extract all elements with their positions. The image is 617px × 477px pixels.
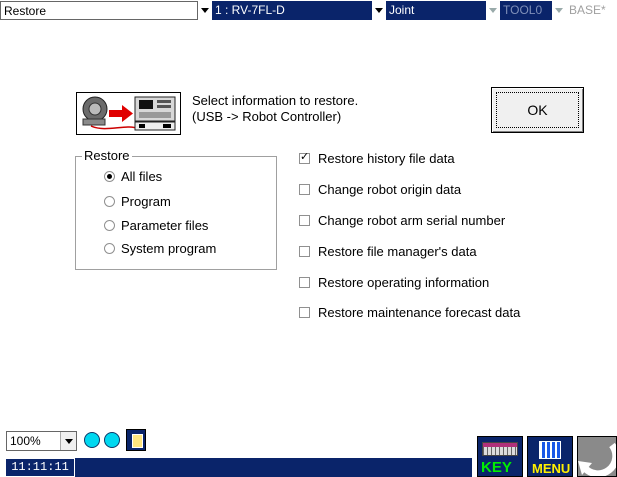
radio-label: System program [121,241,217,256]
robot-select[interactable]: 1 : RV-7FL-D [198,1,372,20]
status-bar: 11:11:11 [5,458,472,477]
tool-select[interactable]: TOOL0 [486,1,552,20]
checkbox-label: Restore file manager's data [318,244,477,259]
chevron-down-icon[interactable] [372,1,386,20]
radio-icon[interactable] [104,220,115,231]
robot-transfer-icon [76,92,181,135]
checkbox-icon[interactable] [299,184,310,195]
status-lamp-icon [84,432,100,448]
menu-button-label: MENU [532,461,571,476]
checkbox-icon[interactable] [299,215,310,226]
radio-parameter-files[interactable]: Parameter files [104,218,208,233]
check-file-manager[interactable]: Restore file manager's data [299,244,477,259]
check-change-serial[interactable]: Change robot arm serial number [299,213,505,228]
info-line-1: Select information to restore. [192,93,359,108]
checkbox-icon[interactable] [299,307,310,318]
radio-system-program[interactable]: System program [104,241,216,256]
chevron-down-icon[interactable] [486,1,500,20]
back-arrow-icon [578,442,616,476]
radio-label: Parameter files [121,218,209,233]
checkbox-label: Restore maintenance forecast data [318,305,521,320]
screen-title-select[interactable]: Restore [0,1,198,20]
checkbox-label: Restore operating information [318,275,490,290]
top-toolbar: Restore 1 : RV-7FL-D Joint TOOL0 BASE* [0,0,617,21]
chevron-down-icon[interactable] [198,1,212,20]
radio-label: Program [121,194,171,209]
key-button-label: KEY [481,459,512,476]
check-restore-history[interactable]: Restore history file data [299,150,455,166]
ok-button[interactable]: OK [491,87,584,133]
zoom-value: 100% [10,434,41,448]
radio-all-files[interactable]: All files [104,169,162,184]
back-button[interactable] [577,436,617,477]
check-operating-info[interactable]: Restore operating information [299,275,489,290]
checkbox-label: Change robot origin data [318,182,462,197]
radio-icon[interactable] [104,196,115,207]
lock-icon[interactable] [126,429,146,451]
chevron-down-icon[interactable] [552,1,566,20]
coordinate-select-value: Joint [386,1,486,20]
status-lamp-icon [104,432,120,448]
check-maintenance-forecast[interactable]: Restore maintenance forecast data [299,305,520,320]
key-button[interactable]: KEY [477,436,523,477]
checkbox-label: Change robot arm serial number [318,213,506,228]
keyboard-icon [482,442,518,456]
chevron-down-icon[interactable] [60,432,76,450]
restore-group-title: Restore [82,148,132,164]
base-select-value: BASE* [566,1,617,20]
info-message: Select information to restore. (USB -> R… [192,93,358,125]
base-select[interactable]: BASE* [552,1,617,20]
coordinate-select[interactable]: Joint [372,1,486,20]
info-line-2: (USB -> Robot Controller) [192,109,342,124]
robot-select-value: 1 : RV-7FL-D [212,1,372,20]
zoom-select[interactable]: 100% [6,431,77,451]
clock: 11:11:11 [5,458,75,477]
tool-select-value: TOOL0 [500,1,552,20]
radio-selected-icon[interactable] [104,171,115,182]
checkbox-checked-icon[interactable] [299,150,310,164]
checkbox-label: Restore history file data [318,151,455,166]
menu-button[interactable]: MENU [527,436,573,477]
radio-program[interactable]: Program [104,194,171,209]
checkbox-icon[interactable] [299,246,310,257]
radio-icon[interactable] [104,243,115,254]
check-change-origin[interactable]: Change robot origin data [299,182,461,197]
radio-label: All files [121,169,163,184]
screen-title: Restore [4,4,47,18]
checkbox-icon[interactable] [299,277,310,288]
restore-group: Restore All files Program Parameter file… [75,148,277,270]
menu-icon [539,441,561,459]
